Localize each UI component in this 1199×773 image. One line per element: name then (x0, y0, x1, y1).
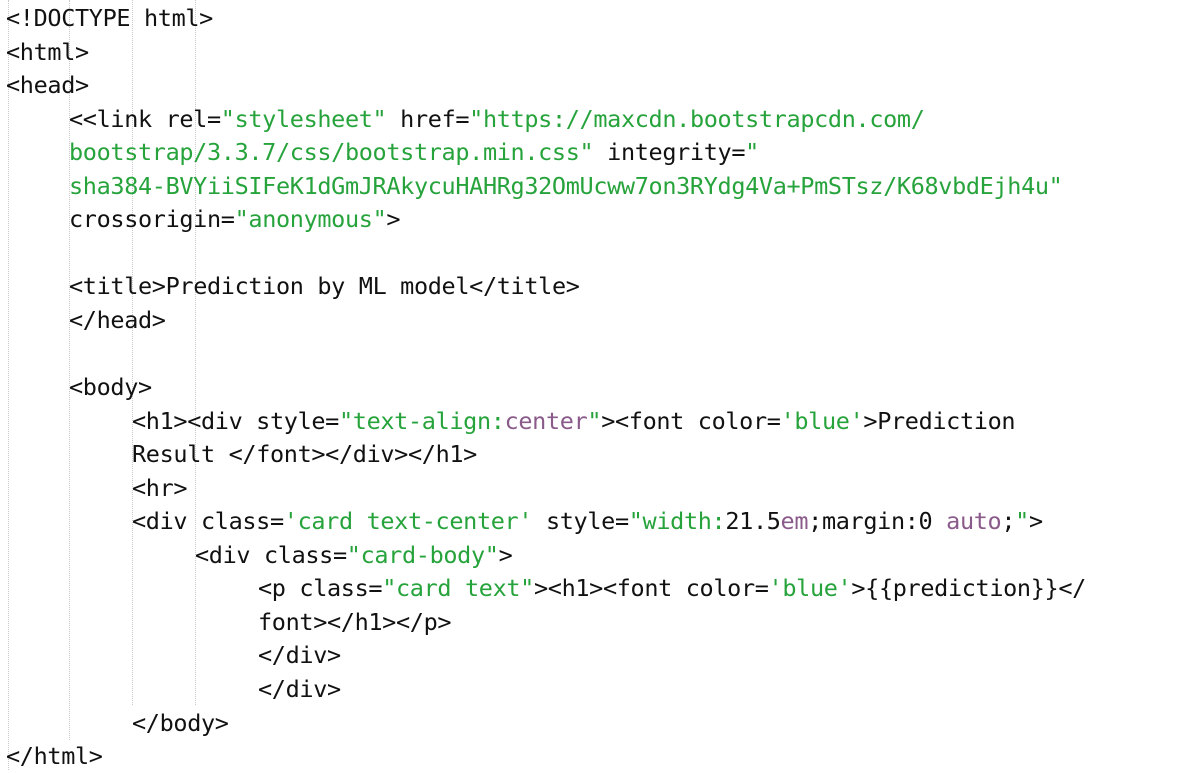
code-line: crossorigin="anonymous"> (69, 202, 401, 236)
code-line: <title>Prediction by ML model</title> (69, 269, 580, 303)
code-token-plain: Result (132, 440, 229, 469)
code-token-str: "anonymous" (234, 205, 387, 234)
code-token-str: "https://maxcdn.bootstrapcdn.com/ (469, 104, 925, 133)
code-token-str: 'blue' (768, 574, 852, 603)
code-line: bootstrap/3.3.7/css/bootstrap.min.css" i… (69, 135, 759, 169)
code-token-tag: ; (1001, 507, 1016, 536)
code-token-tag: <<link rel= (69, 104, 221, 133)
code-token-tag: </div> (258, 675, 341, 703)
code-line: <hr> (132, 471, 188, 505)
code-token-tag: <hr> (132, 473, 188, 502)
code-token-tag: integrity= (593, 138, 746, 167)
code-line: font></h1></p> (258, 605, 452, 639)
code-editor[interactable]: <!DOCTYPE html> <html> <head> <<link rel="s… (0, 0, 1199, 773)
code-line: sha384-BVYiiSIFeK1dGmJRAkycuHAHRg32OmUcw… (69, 169, 1063, 203)
code-token-plain: Prediction (877, 406, 1016, 435)
code-line: </html> (6, 739, 103, 773)
code-line: <body> (69, 370, 152, 404)
code-token-plain: Prediction by ML model (165, 272, 470, 301)
code-token-tag: <div class= (132, 507, 284, 536)
code-line: <<link rel="stylesheet" href="https://ma… (69, 102, 925, 136)
code-token-str: " (1015, 507, 1029, 536)
code-token-tag: > (386, 205, 401, 234)
code-token-plain: {{prediction}} (865, 574, 1059, 603)
code-token-str: "card text" (382, 574, 534, 603)
code-token-tag: ;margin: (808, 507, 919, 536)
code-token-tag: ><font color= (601, 406, 781, 435)
code-token-tag: </title> (469, 272, 580, 301)
code-line: <div class="card-body"> (195, 538, 513, 572)
code-token-tag: </font></div></h1> (228, 440, 478, 469)
code-token-tag: crossorigin= (69, 205, 235, 234)
code-token-tag: style= (532, 507, 629, 536)
code-line: </head> (69, 303, 166, 337)
code-token-str: "width: (628, 507, 726, 536)
code-line: </div> (258, 638, 341, 672)
code-token-tag: <!DOCTYPE html> (6, 4, 213, 32)
code-token-tag: </html> (6, 742, 103, 771)
indent-guide-1 (8, 0, 9, 770)
code-line: <div class='card text-center' style="wid… (132, 504, 1043, 538)
code-line: <!DOCTYPE html> (6, 1, 213, 35)
code-token-tag: </div> (258, 641, 341, 670)
code-token-str: "card-body" (346, 540, 499, 569)
code-token-tag: > (1028, 507, 1043, 536)
code-token-str: 'card text-center' (283, 507, 533, 536)
code-token-unit: em (780, 507, 809, 536)
code-token-tag: <title> (69, 272, 166, 301)
code-token-tag: font></h1></p> (258, 607, 452, 636)
code-token-tag: ><h1><font color= (533, 574, 769, 603)
code-line: Result </font></div></h1> (132, 437, 477, 471)
code-token-tag: </body> (132, 708, 229, 737)
code-token-tag: > (498, 540, 513, 569)
code-token-tag: </head> (69, 305, 166, 334)
code-token-str: "text-align: (338, 406, 505, 435)
code-token-str: bootstrap/3.3.7/css/bootstrap.min.css" (69, 138, 594, 167)
code-token-tag: <html> (6, 37, 89, 66)
code-token-unit: auto (932, 507, 1002, 536)
code-token-str: 'blue' (780, 406, 864, 435)
code-line: <head> (6, 68, 89, 102)
code-token-num: 0 (918, 507, 933, 536)
code-line: </body> (132, 706, 229, 740)
code-line: <h1><div style="text-align:center"><font… (132, 404, 1016, 438)
code-token-num: 21.5 (725, 507, 781, 536)
code-token-tag: </ (1058, 574, 1086, 603)
code-token-tag: <body> (69, 373, 152, 402)
code-token-tag: <head> (6, 71, 89, 100)
code-token-tag: <p class= (258, 574, 383, 603)
code-token-tag: <h1><div style= (132, 406, 339, 435)
code-token-tag: <div class= (195, 540, 347, 569)
code-line: <p class="card text"><h1><font color='bl… (258, 571, 1086, 605)
code-token-str: " (745, 138, 759, 167)
code-line: </div> (258, 672, 341, 706)
code-token-str: sha384-BVYiiSIFeK1dGmJRAkycuHAHRg32OmUcw… (69, 171, 1063, 200)
code-line: <html> (6, 35, 89, 69)
code-token-tag: > (863, 406, 878, 435)
code-token-tag: href= (386, 104, 470, 133)
code-token-tag: > (851, 574, 866, 603)
code-token-unit: center (504, 406, 588, 435)
code-token-str: " (587, 406, 602, 435)
code-token-str: "stylesheet" (220, 104, 387, 133)
